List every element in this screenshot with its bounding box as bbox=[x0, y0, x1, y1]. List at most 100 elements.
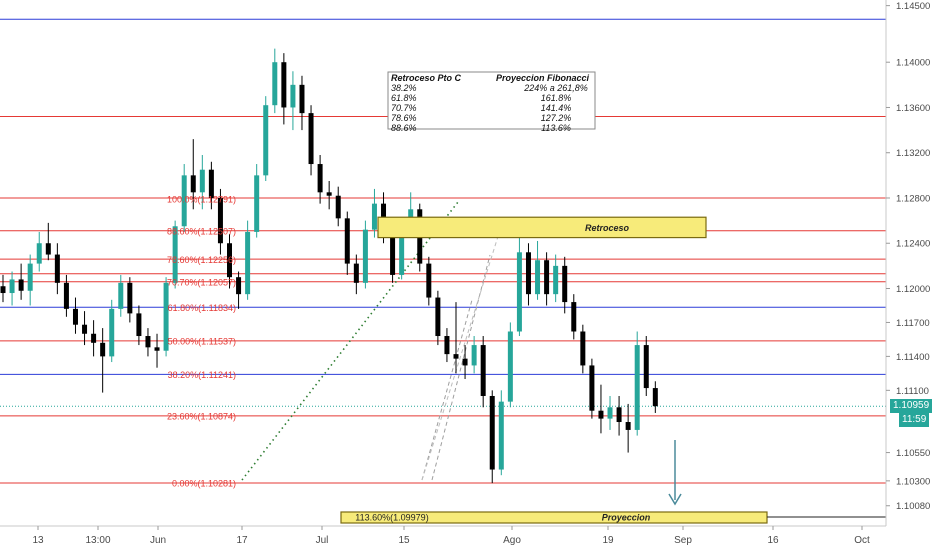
candle-body bbox=[290, 84, 296, 108]
info-table: Retroceso Pto C Proyeccion Fibonacci 38.2%… bbox=[387, 71, 596, 133]
info-table-cell: 141.4% bbox=[541, 103, 572, 113]
candle-body bbox=[625, 422, 631, 430]
x-tick-label: Oct bbox=[854, 535, 870, 546]
candle-body bbox=[72, 308, 78, 325]
info-table-cell: 161.8% bbox=[541, 93, 572, 103]
candle-body bbox=[308, 113, 314, 165]
candle-body bbox=[652, 388, 658, 407]
info-table-header: Retroceso Pto C bbox=[391, 73, 462, 83]
candle-body bbox=[299, 84, 305, 114]
y-tick-label: 1.12000 bbox=[896, 284, 930, 295]
candle-body bbox=[353, 263, 359, 283]
candle-body bbox=[0, 286, 6, 294]
candle-body bbox=[91, 333, 97, 343]
proyeccion-label: Proyeccion bbox=[602, 513, 651, 523]
fib-level-label: 78.60%(1.12256) bbox=[167, 255, 236, 265]
fib-level-label: 50.00%(1.11537) bbox=[168, 336, 236, 346]
candle-body bbox=[335, 195, 341, 219]
y-tick-label: 1.11100 bbox=[896, 386, 929, 397]
candle-body bbox=[326, 192, 332, 196]
candle-body bbox=[344, 218, 350, 264]
candle-body bbox=[616, 407, 622, 423]
fib-level-label: 88.60%(1.12507) bbox=[167, 227, 236, 237]
candle-body bbox=[36, 243, 42, 264]
fib-level-label: 38.20%(1.11241) bbox=[168, 370, 236, 380]
info-table-cell: 70.7% bbox=[391, 103, 417, 113]
candle-body bbox=[471, 345, 477, 366]
candle-body bbox=[27, 263, 33, 291]
x-tick-label: Sep bbox=[674, 535, 692, 546]
candle-body bbox=[199, 169, 205, 193]
y-tick-label: 1.13600 bbox=[896, 103, 930, 114]
candle-body bbox=[390, 231, 396, 275]
y-tick-label: 1.12400 bbox=[896, 239, 930, 250]
candle-body bbox=[54, 254, 60, 283]
candle-body bbox=[100, 342, 106, 357]
current-price-label: 1.10959 bbox=[890, 399, 932, 414]
candle-body bbox=[562, 265, 568, 303]
candle-body bbox=[589, 365, 595, 411]
candle-body bbox=[598, 410, 604, 419]
y-tick-label: 1.14500 bbox=[896, 1, 930, 12]
info-table-cell: 224% a 261,8% bbox=[523, 83, 588, 93]
candle-body bbox=[245, 231, 251, 295]
x-tick-label: Jul bbox=[316, 535, 329, 546]
x-tick-label: 19 bbox=[602, 535, 614, 546]
candle-body bbox=[489, 395, 495, 470]
dashed-channel-line bbox=[421, 229, 501, 481]
candle-body bbox=[453, 354, 459, 359]
bar-timer-label: 11:59 bbox=[899, 413, 930, 428]
y-tick-label: 1.10550 bbox=[896, 448, 930, 459]
candle-body bbox=[254, 175, 260, 232]
x-tick-label: 16 bbox=[767, 535, 779, 546]
candle-body bbox=[580, 331, 586, 366]
candle-body bbox=[236, 277, 242, 295]
fib-level-label: 100.0%(1.12791) bbox=[167, 195, 236, 205]
candle-body bbox=[643, 345, 649, 389]
candle-body bbox=[63, 282, 69, 309]
candle-body bbox=[498, 401, 504, 470]
y-tick-label: 1.12800 bbox=[896, 193, 930, 204]
candle-body bbox=[371, 203, 377, 230]
x-tick-label: 13:00 bbox=[85, 535, 110, 546]
candle-body bbox=[525, 252, 531, 295]
y-tick-label: 1.10300 bbox=[896, 476, 930, 487]
fib-level-label: 0.00%(1.10281) bbox=[172, 479, 236, 489]
info-table-header: Proyeccion Fibonacci bbox=[496, 73, 590, 83]
info-table-cell: 127.2% bbox=[541, 113, 572, 123]
y-tick-label: 1.13200 bbox=[896, 148, 930, 159]
candle-body bbox=[190, 175, 196, 193]
info-table-cell: 88.6% bbox=[391, 123, 417, 133]
x-tick-label: 13 bbox=[32, 535, 44, 546]
price-chart[interactable]: Retroceso Proyeccion 113.60%(1.09979) 100.… bbox=[0, 0, 932, 550]
candle-body bbox=[535, 260, 541, 295]
retroceso-box bbox=[377, 216, 707, 239]
candle-body bbox=[82, 324, 88, 334]
info-table-cell: 78.6% bbox=[391, 113, 417, 123]
candle-body bbox=[145, 336, 151, 348]
candle-body bbox=[136, 313, 142, 337]
candle-body bbox=[634, 345, 640, 430]
dashed-channel-line bbox=[421, 299, 473, 481]
candle-body bbox=[362, 229, 368, 283]
x-tick-label: 17 bbox=[236, 535, 248, 546]
candle-body bbox=[127, 282, 133, 314]
y-tick-label: 1.11400 bbox=[896, 352, 930, 363]
proyeccion-level-label: 113.60%(1.09979) bbox=[355, 513, 428, 523]
y-tick-label: 1.10080 bbox=[896, 501, 930, 512]
retroceso-label: Retroceso bbox=[585, 223, 630, 233]
candle-body bbox=[18, 279, 24, 291]
candle-body bbox=[281, 62, 287, 108]
fib-level-label: 61.80%(1.11834) bbox=[168, 303, 236, 313]
candle-body bbox=[444, 336, 450, 355]
candle-body bbox=[516, 252, 522, 332]
candle-body bbox=[9, 279, 15, 294]
candle-body bbox=[272, 62, 278, 106]
fib-level-label: 70.70%(1.12057) bbox=[167, 278, 236, 288]
candle-body bbox=[571, 302, 577, 332]
chart-root: Retroceso Proyeccion 113.60%(1.09979) 100.… bbox=[0, 0, 932, 550]
candle-body bbox=[426, 263, 432, 298]
fib-level-label: 23.60%(1.10874) bbox=[167, 411, 236, 421]
candle-body bbox=[435, 297, 441, 337]
candle-body bbox=[462, 358, 468, 366]
